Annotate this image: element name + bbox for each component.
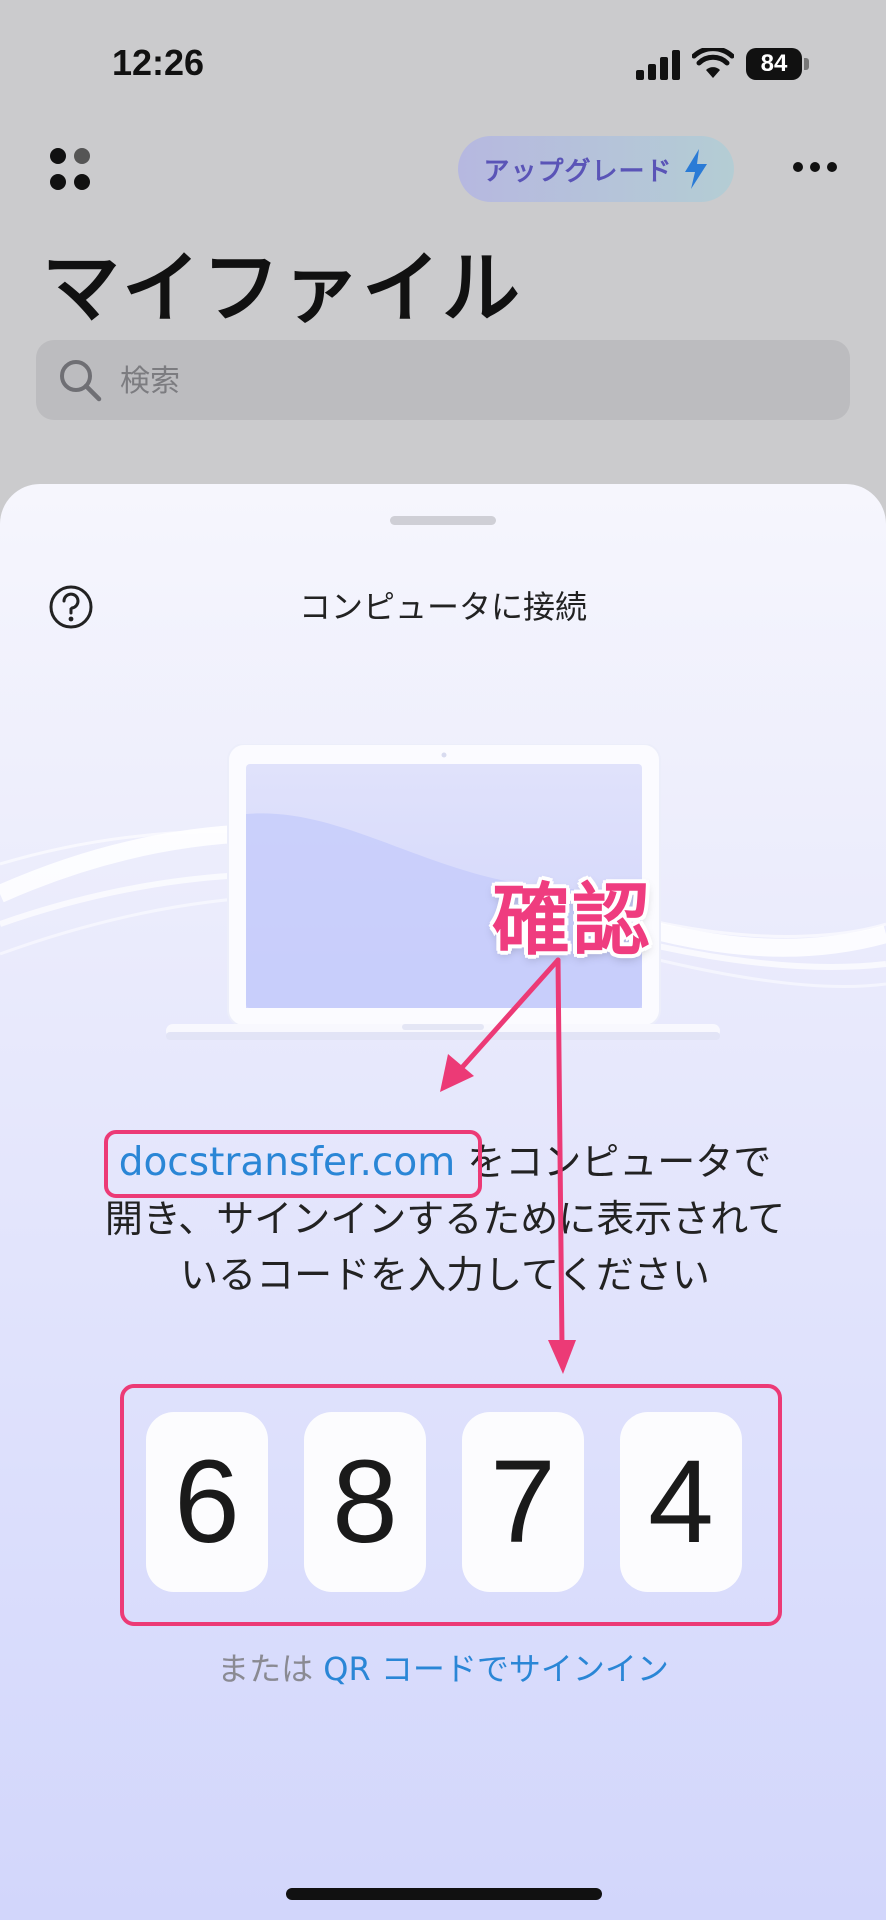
arrow-to-code-head: [548, 1340, 576, 1374]
qr-prefix: または: [217, 1650, 314, 1688]
qr-signin-line: または QR コードでサインイン: [0, 1644, 886, 1690]
annotation-note: 確認: [492, 876, 653, 966]
signin-code: 6 8 7 4: [146, 1412, 742, 1592]
bolt-icon: [684, 149, 707, 189]
upgrade-button[interactable]: アップグレード: [458, 136, 734, 202]
connect-sheet: コンピュータに接続 確認 docstransfer.com をコンピュータで開き…: [0, 484, 886, 1920]
code-digit: 4: [620, 1412, 742, 1592]
search-input[interactable]: [118, 340, 822, 422]
code-digit: 8: [304, 1412, 426, 1592]
page-title: マイファイル: [42, 244, 523, 334]
qr-signin-link[interactable]: QR コードでサインイン: [323, 1650, 669, 1688]
upgrade-label: アップグレード: [483, 156, 673, 187]
drag-handle[interactable]: [390, 516, 496, 525]
code-digit: 7: [462, 1412, 584, 1592]
battery-icon: 84: [746, 48, 802, 80]
grid-icon[interactable]: [48, 146, 96, 194]
more-icon[interactable]: [792, 160, 838, 174]
search-bar[interactable]: [36, 340, 850, 422]
signal-icon: [636, 50, 680, 80]
code-digit: 6: [146, 1412, 268, 1592]
annotation-link-box: [104, 1130, 482, 1198]
sheet-title: コンピュータに接続: [298, 588, 587, 626]
status-time: 12:26: [112, 42, 205, 83]
battery-tip: [804, 58, 809, 70]
home-indicator[interactable]: [286, 1888, 602, 1900]
wifi-icon: [692, 48, 734, 78]
arrow-to-link-head: [440, 1054, 474, 1092]
search-icon: [60, 360, 102, 402]
